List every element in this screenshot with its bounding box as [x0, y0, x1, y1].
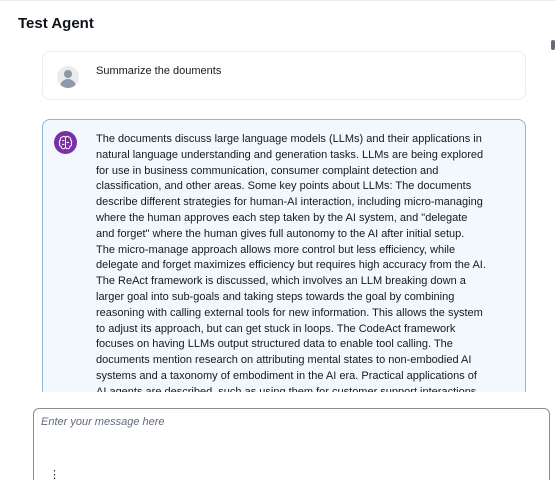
scrollbar[interactable] [551, 40, 555, 50]
user-message-card: Summarize the douments [42, 51, 526, 100]
resize-handle-icon[interactable]: ⋮ [49, 470, 60, 480]
brain-icon [54, 131, 77, 154]
message-input-box[interactable] [33, 408, 550, 480]
chat-app: Test Agent Summarize the douments The do… [0, 0, 555, 480]
user-avatar-icon [57, 66, 79, 88]
message-input[interactable] [34, 409, 549, 480]
assistant-message-card: The documents discuss large language mod… [42, 119, 526, 392]
conversation-scroll-area[interactable]: Summarize the douments The documents dis… [0, 40, 555, 392]
page-title: Test Agent [18, 15, 94, 32]
assistant-message-text: The documents discuss large language mod… [96, 133, 486, 392]
user-message-text: Summarize the douments [96, 65, 222, 77]
top-divider [0, 0, 555, 1]
